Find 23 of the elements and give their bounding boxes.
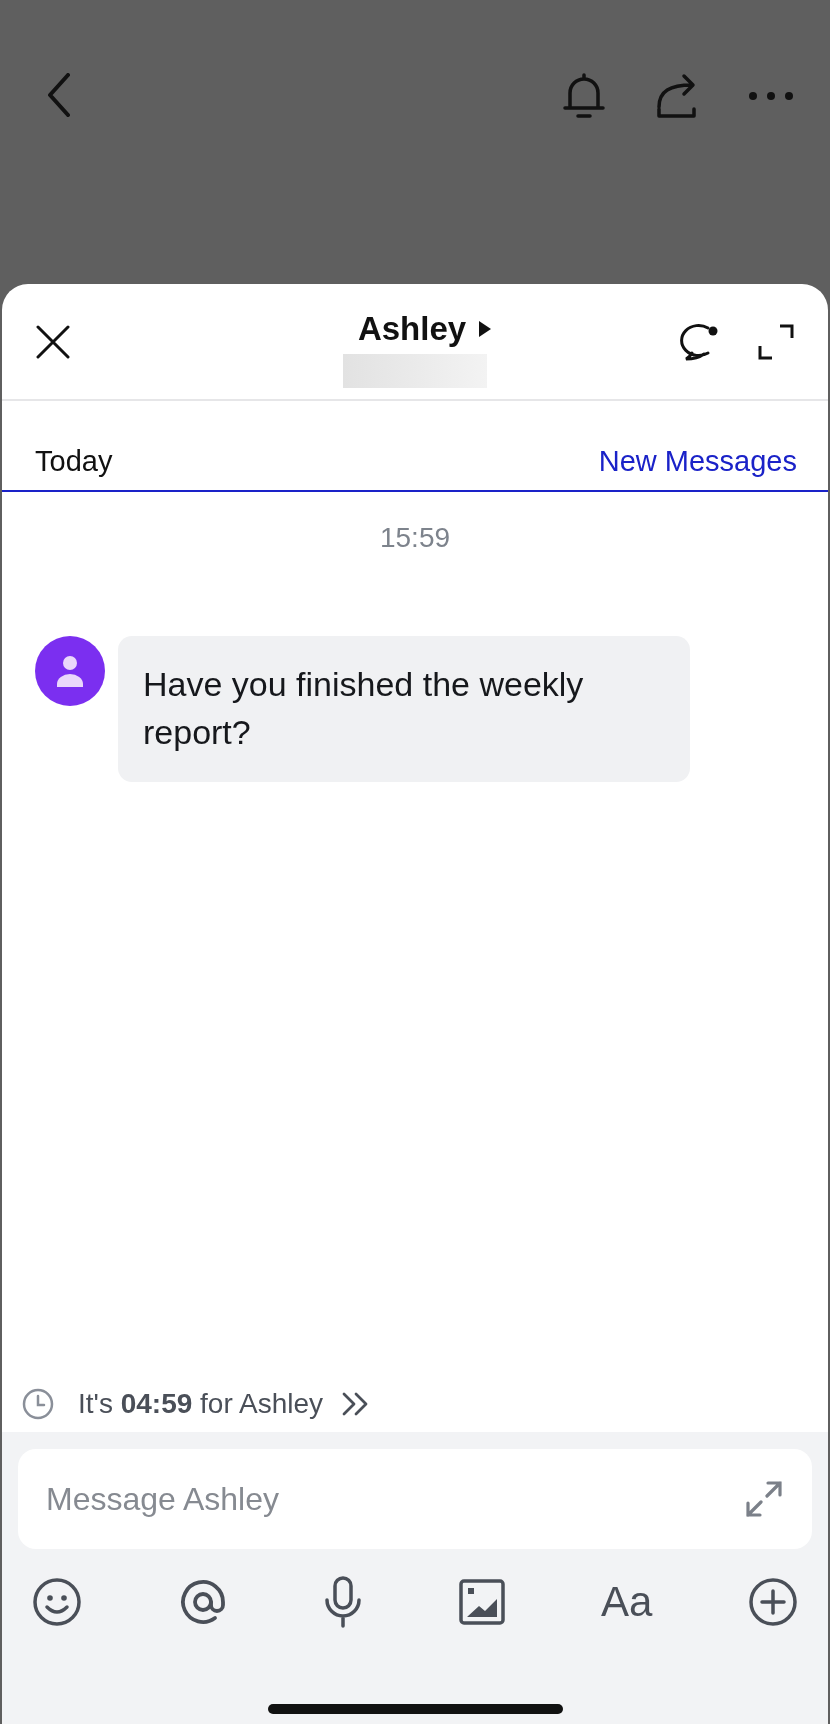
share-icon[interactable] (656, 73, 698, 119)
message-input[interactable]: Message Ashley (18, 1449, 812, 1549)
emoji-icon[interactable] (32, 1577, 82, 1627)
microphone-icon[interactable] (323, 1576, 364, 1628)
close-icon[interactable] (36, 324, 70, 359)
back-icon[interactable] (46, 73, 72, 117)
chat-title[interactable]: Ashley (357, 310, 467, 348)
bell-icon[interactable] (562, 73, 606, 119)
add-icon[interactable] (747, 1577, 798, 1627)
message-bubble: Have you finished the weekly report? (118, 636, 690, 782)
fullscreen-icon[interactable] (758, 323, 794, 360)
date-label: Today (35, 445, 113, 478)
image-icon[interactable] (459, 1579, 506, 1625)
text-format-button[interactable]: Aa (600, 1577, 653, 1627)
avatar-icon[interactable] (35, 636, 105, 706)
new-messages-label: New Messages (598, 445, 797, 478)
chat-bubble-icon[interactable] (680, 322, 720, 361)
expand-icon[interactable] (744, 1479, 784, 1519)
message-time: 15:59 (378, 522, 452, 554)
play-icon (478, 320, 493, 338)
local-time-note: It's 04:59 for Ashley (78, 1388, 324, 1420)
more-icon[interactable] (748, 91, 794, 101)
clock-icon (22, 1388, 54, 1420)
